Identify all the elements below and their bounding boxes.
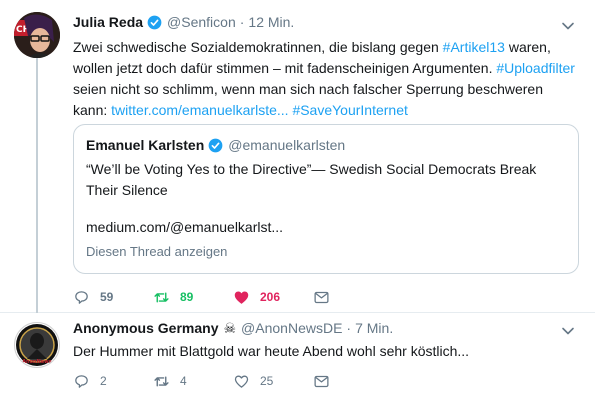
separator-dot: · xyxy=(239,14,245,30)
author-name[interactable]: Anonymous Germany xyxy=(73,320,218,336)
thread-connector-line xyxy=(36,58,38,318)
like-count: 25 xyxy=(260,374,274,388)
retweet-count: 4 xyxy=(180,374,187,388)
retweet-icon xyxy=(154,376,169,386)
skull-flag-icon: ☠ xyxy=(223,319,237,336)
verified-icon xyxy=(208,138,223,152)
retweet-button[interactable]: 4 xyxy=(153,373,233,390)
timestamp[interactable]: 12 Min. xyxy=(248,14,294,30)
hashtag-link[interactable]: #Artikel13 xyxy=(443,39,505,55)
caret-down-icon[interactable] xyxy=(561,19,575,33)
quoted-tweet-header: Emanuel Karlsten @emanuelkarlsten xyxy=(86,137,345,153)
avatar-label: AnonNews xyxy=(22,359,52,365)
author-name[interactable]: Julia Reda xyxy=(73,14,143,30)
tweet-text: Zwei schwedische Sozialdemokratinnen, di… xyxy=(73,37,578,121)
reply-icon xyxy=(75,290,88,304)
tweet-actions: 2 4 25 xyxy=(73,371,393,391)
hashtag-link[interactable]: #Uploadfilter xyxy=(496,60,575,76)
author-handle[interactable]: @AnonNewsDE xyxy=(241,320,342,336)
message-icon xyxy=(314,291,329,303)
retweet-count: 89 xyxy=(180,290,194,304)
author-handle[interactable]: @Senficon xyxy=(167,14,236,30)
separator-dot: · xyxy=(346,320,352,336)
caret-down-icon[interactable] xyxy=(561,324,575,338)
like-button[interactable]: 206 xyxy=(233,289,313,306)
reply-icon xyxy=(75,374,88,388)
reply-count: 59 xyxy=(100,290,114,304)
quoted-author-handle: @emanuelkarlsten xyxy=(228,137,346,153)
direct-message-button[interactable] xyxy=(313,373,393,390)
direct-message-button[interactable] xyxy=(313,289,393,306)
hashtag-link[interactable]: #SaveYourInternet xyxy=(292,102,407,118)
retweet-button[interactable]: 89 xyxy=(153,289,233,306)
avatar[interactable]: CH xyxy=(14,12,60,58)
heart-icon xyxy=(234,375,249,388)
reply-count: 2 xyxy=(100,374,107,388)
avatar-julia-reda-image: CH xyxy=(14,12,60,58)
message-icon xyxy=(314,375,329,387)
tweet-header: Julia Reda @Senficon · 12 Min. xyxy=(73,12,294,32)
reply-button[interactable]: 59 xyxy=(73,289,153,306)
tweet-julia-reda[interactable]: CH Julia Reda @Senficon · 12 Min. Zwei s… xyxy=(0,0,595,318)
avatar-anonymous-mask-image: AnonNews xyxy=(16,324,58,366)
like-count: 206 xyxy=(260,290,281,304)
quoted-tweet-text: “We’ll be Voting Yes to the Directive”— … xyxy=(86,161,537,198)
retweet-icon xyxy=(154,292,169,302)
tweet-text: Der Hummer mit Blattgold war heute Abend… xyxy=(73,343,470,359)
quoted-tweet-url: medium.com/@emanuelkarlst... xyxy=(86,219,284,235)
url-link[interactable]: twitter.com/emanuelkarlste... xyxy=(111,102,288,118)
verified-icon xyxy=(147,15,162,29)
tweet-actions: 59 89 206 xyxy=(73,287,393,307)
tweet-text-part: Zwei schwedische Sozialdemokratinnen, di… xyxy=(73,39,443,55)
timestamp[interactable]: 7 Min. xyxy=(355,320,393,336)
tweet-header: Anonymous Germany ☠ @AnonNewsDE · 7 Min. xyxy=(73,318,393,338)
heart-filled-icon xyxy=(234,290,249,304)
avatar[interactable]: AnonNews xyxy=(14,322,60,368)
quoted-tweet-card[interactable]: Emanuel Karlsten @emanuelkarlsten “We’ll… xyxy=(73,124,579,274)
like-button[interactable]: 25 xyxy=(233,373,313,390)
quoted-author-name: Emanuel Karlsten xyxy=(86,137,205,153)
show-thread-link[interactable]: Diesen Thread anzeigen xyxy=(86,244,227,259)
reply-button[interactable]: 2 xyxy=(73,373,153,390)
